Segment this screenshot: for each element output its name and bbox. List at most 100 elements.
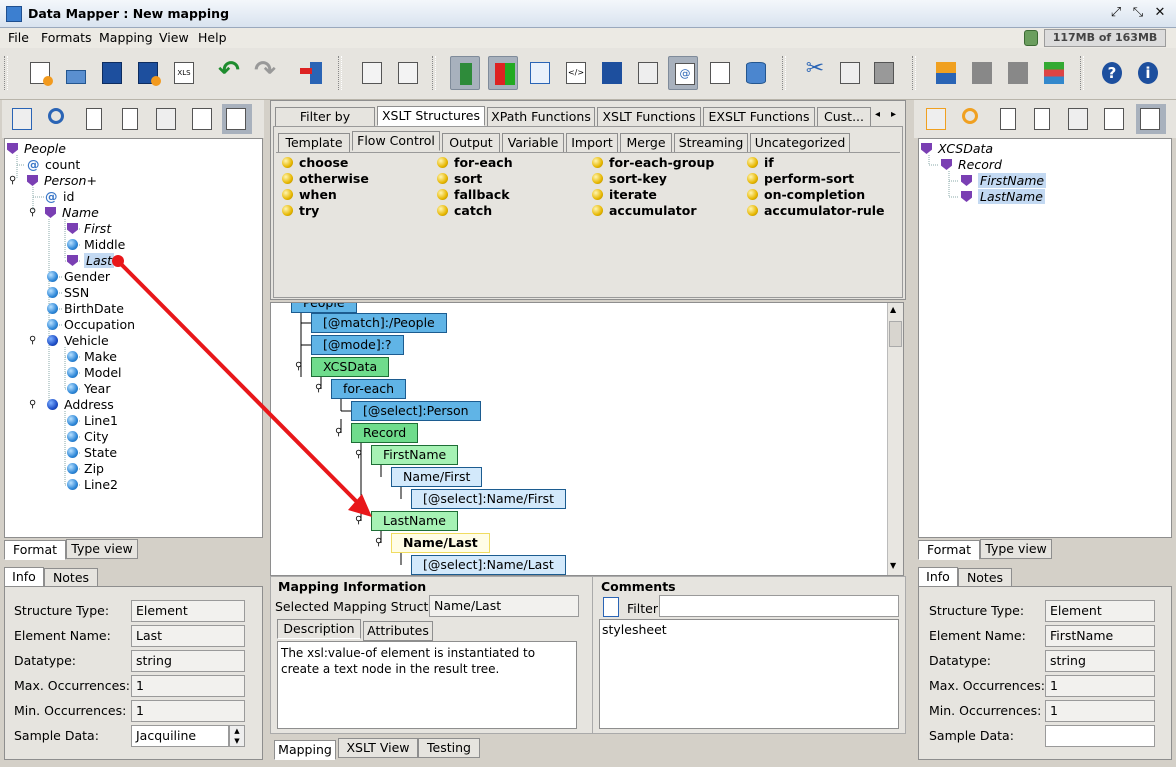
list-view-button[interactable]: [524, 56, 554, 90]
database-button[interactable]: [740, 56, 770, 90]
tree-node[interactable]: Model: [67, 365, 122, 381]
save-xslt-button[interactable]: [596, 56, 626, 90]
target-doc-button[interactable]: [994, 104, 1024, 134]
tree-node[interactable]: Middle: [67, 237, 125, 253]
tab-notes-right[interactable]: Notes: [958, 568, 1012, 588]
garbage-collect-icon[interactable]: [1024, 30, 1038, 46]
palette-item[interactable]: sort-key: [592, 171, 667, 187]
tab-xslt-view[interactable]: XSLT View: [338, 738, 418, 758]
tab-xpath-functions[interactable]: XPath Functions: [487, 107, 595, 127]
tab-format-right[interactable]: Format: [918, 540, 980, 560]
tab-notes-left[interactable]: Notes: [44, 568, 98, 588]
palette-item[interactable]: if: [747, 155, 774, 171]
info-view-button[interactable]: [450, 56, 480, 90]
target-edit-button[interactable]: [1100, 104, 1130, 134]
palette-item[interactable]: on-completion: [747, 187, 865, 203]
import-source-button[interactable]: [8, 104, 38, 134]
tab-flow-control[interactable]: Flow Control: [352, 131, 440, 151]
target-tree-button[interactable]: [1136, 104, 1166, 134]
sample-data-input[interactable]: Jacquiline: [131, 725, 229, 747]
tab-mapping[interactable]: Mapping: [274, 740, 336, 760]
exit-button[interactable]: [298, 56, 328, 90]
menu-view[interactable]: View: [159, 30, 189, 45]
help-button[interactable]: ?: [1096, 56, 1126, 90]
tab-testing[interactable]: Testing: [418, 738, 480, 758]
about-button[interactable]: i: [1132, 56, 1162, 90]
tab-type-view-left[interactable]: Type view: [66, 539, 138, 559]
tab-template[interactable]: Template: [278, 133, 350, 153]
tab-info-right[interactable]: Info: [918, 567, 958, 587]
tab-variable[interactable]: Variable: [502, 133, 564, 153]
attribute-view-button[interactable]: @: [668, 56, 698, 90]
source-doc-button[interactable]: [80, 104, 110, 134]
tree-node[interactable]: Line2: [67, 477, 118, 493]
expand-toggle-icon[interactable]: ⚲: [355, 515, 365, 527]
palette-item[interactable]: fallback: [437, 187, 510, 203]
undo-button[interactable]: ↶: [214, 56, 244, 90]
menu-formats[interactable]: Formats: [41, 30, 92, 45]
tab-scroll-right-icon[interactable]: ▸: [891, 109, 896, 120]
save-button[interactable]: [96, 56, 126, 90]
new-mapping-button[interactable]: [356, 56, 386, 90]
tree-node[interactable]: Person+: [27, 173, 97, 189]
mapping-scrollbar[interactable]: ▲ ▼: [887, 303, 903, 575]
cut-button[interactable]: ✂: [800, 56, 830, 90]
tree-node[interactable]: @ count: [27, 157, 80, 173]
expand-toggle-icon[interactable]: ⚲: [315, 383, 325, 395]
tree-node[interactable]: Year: [67, 381, 110, 397]
tree-node[interactable]: Name: [45, 205, 99, 221]
palette-item[interactable]: accumulator: [592, 203, 697, 219]
xml-view-button[interactable]: </>: [560, 56, 590, 90]
new-file-button[interactable]: [24, 56, 54, 90]
menu-help[interactable]: Help: [198, 30, 227, 45]
tree-node[interactable]: City: [67, 429, 109, 445]
target-list-button[interactable]: [1028, 104, 1058, 134]
sample-data-spinner[interactable]: ▲ ▼: [229, 725, 245, 747]
tree-node-selected[interactable]: LastName: [961, 189, 1045, 205]
tab-info-left[interactable]: Info: [4, 567, 44, 587]
expand-button[interactable]: [1002, 56, 1032, 90]
expand-toggle-icon[interactable]: ⚲: [335, 427, 345, 439]
expand-toggle-icon[interactable]: ⚲: [29, 207, 39, 219]
source-edit-button[interactable]: [188, 104, 218, 134]
tree-node[interactable]: Occupation: [47, 317, 135, 333]
tab-filter-by-pattern[interactable]: Filter by pattern: [275, 107, 375, 142]
tree-node-selected[interactable]: Last: [67, 253, 115, 269]
tab-exslt-functions[interactable]: EXSLT Functions: [703, 107, 815, 127]
tab-streaming[interactable]: Streaming: [674, 133, 748, 153]
tree-node[interactable]: Gender: [47, 269, 110, 285]
tab-custom[interactable]: Cust...: [817, 107, 871, 127]
node-for-each[interactable]: for-each: [331, 379, 407, 399]
palette-item[interactable]: sort: [437, 171, 482, 187]
layers-button[interactable]: [1038, 56, 1068, 90]
palette-item[interactable]: iterate: [592, 187, 657, 203]
source-tree-button[interactable]: [222, 104, 252, 134]
palette-item[interactable]: choose: [282, 155, 348, 171]
tab-attributes[interactable]: Attributes: [363, 621, 433, 641]
node-xcsdata[interactable]: XCSData: [311, 357, 390, 377]
node-lastname[interactable]: LastName: [371, 511, 458, 531]
close-icon[interactable]: ✕: [1152, 6, 1168, 22]
target-search-button[interactable]: [958, 104, 988, 134]
filter-input[interactable]: [659, 595, 899, 617]
mapping-settings-button[interactable]: [392, 56, 422, 90]
tab-xslt-functions[interactable]: XSLT Functions: [597, 107, 701, 127]
palette-item[interactable]: catch: [437, 203, 492, 219]
expand-toggle-icon[interactable]: ⚲: [295, 361, 305, 373]
tree-node[interactable]: First: [67, 221, 111, 237]
tab-xslt-structures[interactable]: XSLT Structures: [377, 106, 485, 126]
tab-description[interactable]: Description: [277, 619, 361, 639]
tab-merge[interactable]: Merge: [620, 133, 672, 153]
collapse-button[interactable]: [966, 56, 996, 90]
source-list-button[interactable]: [116, 104, 146, 134]
tree-node[interactable]: Make: [67, 349, 117, 365]
maximize-icon[interactable]: ⤡: [1130, 6, 1146, 22]
new-xls-button[interactable]: XLS: [168, 56, 198, 90]
palette-item[interactable]: perform-sort: [747, 171, 854, 187]
copy-button[interactable]: [834, 56, 864, 90]
expand-toggle-icon[interactable]: ⚲: [9, 175, 19, 187]
node-record[interactable]: Record: [351, 423, 419, 443]
tree-node[interactable]: People: [7, 141, 66, 157]
target-preview-button[interactable]: [1064, 104, 1094, 134]
tree-node[interactable]: XCSData: [921, 141, 993, 157]
